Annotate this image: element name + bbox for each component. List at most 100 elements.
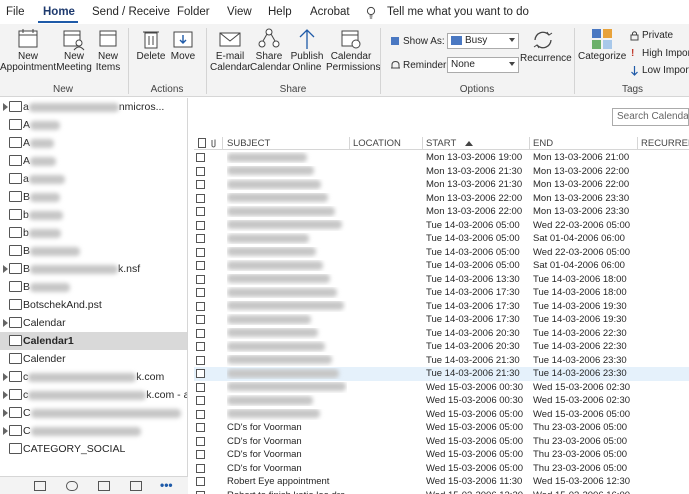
table-row[interactable]: Tue 14-03-2006 05:00 Wed 22-03-2006 05:00 xyxy=(194,246,689,260)
chevron-right-icon[interactable] xyxy=(3,373,8,381)
folder-item[interactable]: b xyxy=(0,224,187,242)
menu-folder[interactable]: Folder xyxy=(177,6,210,18)
new-meeting-button[interactable]: New Meeting xyxy=(56,27,92,73)
table-row[interactable]: Mon 13-03-2006 19:00 Mon 13-03-2006 21:00 xyxy=(194,151,689,165)
folder-item[interactable]: C xyxy=(0,422,187,440)
table-row[interactable]: Mon 13-03-2006 22:00 Mon 13-03-2006 23:30 xyxy=(194,205,689,219)
attachment-column-icon[interactable] xyxy=(210,138,217,151)
table-row[interactable]: Tue 14-03-2006 05:00 Sat 01-04-2006 06:00 xyxy=(194,259,689,273)
chevron-right-icon[interactable] xyxy=(3,391,8,399)
table-row[interactable]: Mon 13-03-2006 22:00 Mon 13-03-2006 23:30 xyxy=(194,192,689,206)
more-icon[interactable]: ••• xyxy=(160,478,173,492)
table-row[interactable]: Tue 14-03-2006 17:30 Tue 14-03-2006 19:30 xyxy=(194,313,689,327)
table-row[interactable]: Tue 14-03-2006 13:30 Tue 14-03-2006 18:00 xyxy=(194,273,689,287)
column-start[interactable]: START xyxy=(426,138,456,149)
table-row[interactable]: CD's for Voorman Wed 15-03-2006 05:00 Thu … xyxy=(194,448,689,462)
column-end[interactable]: END xyxy=(533,138,553,149)
folder-item[interactable]: b xyxy=(0,206,187,224)
table-row[interactable]: Tue 14-03-2006 21:30 Tue 14-03-2006 23:30 xyxy=(194,354,689,368)
folder-item[interactable]: CATEGORY_SOCIAL xyxy=(0,440,187,458)
tasks-nav-icon[interactable] xyxy=(98,481,110,491)
folder-item[interactable]: Calendar xyxy=(0,314,187,332)
tell-me-search[interactable]: Tell me what you want to do xyxy=(387,6,529,18)
table-row[interactable]: CD's for Voorman Wed 15-03-2006 05:00 Thu … xyxy=(194,462,689,476)
end-cell: Thu 23-03-2006 05:00 xyxy=(533,462,628,474)
high-importance-toggle[interactable]: High Importance xyxy=(642,48,689,59)
chevron-right-icon[interactable] xyxy=(3,409,8,417)
folder-item[interactable]: ck.com - a... xyxy=(0,386,187,404)
table-row[interactable]: CD's for Voorman Wed 15-03-2006 05:00 Thu … xyxy=(194,421,689,435)
folder-item[interactable]: a xyxy=(0,170,187,188)
table-row[interactable]: Tue 14-03-2006 21:30 Tue 14-03-2006 23:30 xyxy=(194,367,689,381)
table-row[interactable]: Wed 15-03-2006 00:30 Wed 15-03-2006 02:30 xyxy=(194,381,689,395)
chevron-right-icon[interactable] xyxy=(3,427,8,435)
column-location[interactable]: LOCATION xyxy=(353,138,401,149)
folder-item[interactable]: A xyxy=(0,134,187,152)
folder-item[interactable]: Calendar1 xyxy=(0,332,187,350)
low-importance-toggle[interactable]: Low Importance xyxy=(642,65,689,76)
column-divider[interactable] xyxy=(349,137,350,149)
table-row[interactable]: Tue 14-03-2006 05:00 Wed 22-03-2006 05:00 xyxy=(194,219,689,233)
menu-home[interactable]: Home xyxy=(43,6,75,18)
table-row[interactable]: Tue 14-03-2006 20:30 Tue 14-03-2006 22:30 xyxy=(194,327,689,341)
delete-button[interactable]: Delete xyxy=(134,27,168,62)
publish-online-button[interactable]: Publish Online xyxy=(288,27,326,73)
new-appointment-button[interactable]: New Appointment xyxy=(0,27,56,73)
folder-item[interactable]: B xyxy=(0,188,187,206)
start-cell: Wed 15-03-2006 00:30 xyxy=(426,395,524,406)
show-as-dropdown[interactable]: Busy xyxy=(447,33,519,49)
bell-icon xyxy=(390,60,401,74)
reminder-dropdown[interactable]: None xyxy=(447,57,519,73)
menu-file[interactable]: File xyxy=(6,6,25,18)
share-calendar-button[interactable]: Share Calendar xyxy=(250,27,291,73)
table-row[interactable]: Mon 13-03-2006 21:30 Mon 13-03-2006 22:00 xyxy=(194,178,689,192)
chevron-right-icon[interactable] xyxy=(3,265,8,273)
item-type-column-icon[interactable] xyxy=(198,138,206,151)
folder-item[interactable]: BotschekAnd.pst xyxy=(0,296,187,314)
move-button[interactable]: Move xyxy=(168,27,198,62)
mail-nav-icon[interactable] xyxy=(34,481,46,491)
column-divider[interactable] xyxy=(637,137,638,149)
folder-icon xyxy=(9,137,22,148)
end-cell: Mon 13-03-2006 23:30 xyxy=(533,192,630,204)
chevron-right-icon[interactable] xyxy=(3,103,8,111)
folder-item[interactable]: Bk.nsf xyxy=(0,260,187,278)
table-row[interactable]: Tue 14-03-2006 17:30 Tue 14-03-2006 19:30 xyxy=(194,300,689,314)
table-row[interactable]: Tue 14-03-2006 17:30 Tue 14-03-2006 18:00 xyxy=(194,286,689,300)
table-row[interactable]: CD's for Voorman Wed 15-03-2006 05:00 Thu … xyxy=(194,435,689,449)
folder-item[interactable]: B xyxy=(0,278,187,296)
calendar-permissions-button[interactable]: Calendar Permissions xyxy=(326,27,380,73)
folder-item[interactable]: a nmicros... xyxy=(0,98,187,116)
menu-acrobat[interactable]: Acrobat xyxy=(310,6,350,18)
table-row[interactable]: Wed 15-03-2006 05:00 Wed 15-03-2006 05:00 xyxy=(194,408,689,422)
column-divider[interactable] xyxy=(529,137,530,149)
table-row[interactable]: Tue 14-03-2006 05:00 Sat 01-04-2006 06:00 xyxy=(194,232,689,246)
private-toggle[interactable]: Private xyxy=(642,30,673,41)
email-calendar-button[interactable]: E-mail Calendar xyxy=(210,27,251,73)
menu-view[interactable]: View xyxy=(227,6,252,18)
column-subject[interactable]: SUBJECT xyxy=(227,138,270,149)
chevron-right-icon[interactable] xyxy=(3,319,8,327)
categorize-button[interactable]: Categorize xyxy=(578,27,626,62)
table-row[interactable]: Mon 13-03-2006 21:30 Mon 13-03-2006 22:00 xyxy=(194,165,689,179)
menu-send-receive[interactable]: Send / Receive xyxy=(92,6,170,18)
menu-help[interactable]: Help xyxy=(268,6,292,18)
people-nav-icon[interactable] xyxy=(66,481,78,491)
search-input[interactable]: Search Calendar1 xyxy=(612,108,689,126)
table-row[interactable]: Robert Eye appointment Wed 15-03-2006 11:… xyxy=(194,475,689,489)
column-divider[interactable] xyxy=(422,137,423,149)
column-divider[interactable] xyxy=(222,137,223,149)
table-row[interactable]: Robert to finish katie lee dra... Wed 15-… xyxy=(194,489,689,494)
folder-item[interactable]: B xyxy=(0,242,187,260)
column-recurrence[interactable]: RECURRENCE xyxy=(641,138,689,149)
folder-item[interactable]: A xyxy=(0,116,187,134)
folder-item[interactable]: C xyxy=(0,404,187,422)
recurrence-button[interactable]: Recurrence xyxy=(520,27,572,64)
table-row[interactable]: Wed 15-03-2006 00:30 Wed 15-03-2006 02:30 xyxy=(194,394,689,408)
folder-item[interactable]: Calender xyxy=(0,350,187,368)
calendar-nav-icon[interactable] xyxy=(130,481,142,491)
folder-item[interactable]: A xyxy=(0,152,187,170)
folder-item[interactable]: c k.com xyxy=(0,368,187,386)
new-items-button[interactable]: New Items xyxy=(92,27,124,73)
table-row[interactable]: Tue 14-03-2006 20:30 Tue 14-03-2006 22:30 xyxy=(194,340,689,354)
